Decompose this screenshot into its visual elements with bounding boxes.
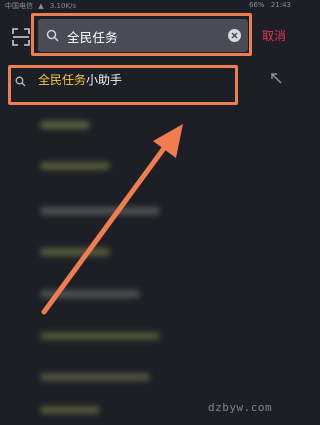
annotation-arrow — [41, 124, 183, 315]
watermark: dzbyw.com — [208, 401, 273, 414]
